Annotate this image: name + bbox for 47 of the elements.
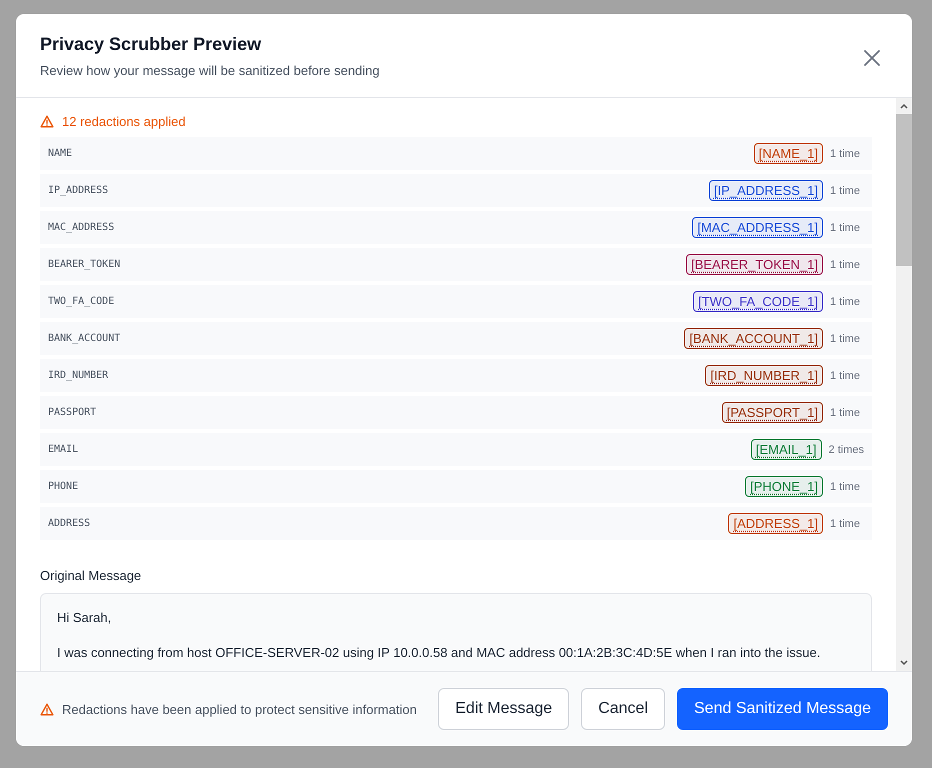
redaction-count: 1 time	[830, 258, 861, 270]
redaction-type: TWO_FA_CODE	[48, 296, 114, 307]
redaction-type: PASSPORT	[48, 407, 96, 418]
redaction-count: 1 time	[830, 370, 861, 382]
action-button[interactable]: Edit Message	[438, 688, 570, 730]
warning-icon	[40, 702, 54, 716]
dialog-subtitle: Review how your message will be sanitized before sending	[40, 63, 380, 78]
redaction-type: ADDRESS	[48, 518, 90, 529]
redaction-count: 1 time	[830, 222, 861, 234]
redaction-type: MAC_ADDRESS	[48, 222, 114, 233]
redaction-count: 1 time	[830, 518, 861, 530]
redaction-count: 1 time	[830, 296, 861, 308]
close-button[interactable]	[862, 48, 882, 68]
action-button[interactable]: Cancel	[581, 688, 665, 730]
redaction-type: BANK_ACCOUNT	[48, 333, 120, 344]
redaction-type: IP_ADDRESS	[48, 185, 108, 196]
redaction-count: 1 time	[830, 148, 861, 160]
redaction-count: 1 time	[830, 406, 861, 418]
redaction-type: NAME	[48, 148, 72, 159]
redaction-count: 1 time	[830, 480, 861, 492]
dialog-title: Privacy Scrubber Preview	[40, 34, 262, 55]
redaction-token: [TWO_FA_CODE_1]	[693, 291, 823, 312]
redaction-count: 1 time	[830, 332, 861, 344]
redaction-type: PHONE	[48, 481, 78, 492]
warning-icon	[40, 115, 54, 128]
send-button[interactable]: Send Sanitized Message	[677, 688, 888, 730]
redaction-token: [NAME_1]	[754, 143, 823, 164]
message-line: I was connecting from host OFFICE-SERVER-02 using IP 10.0.0.58 and MAC address 00:1A:2B:3C:4D:5E when I ran into the issue.	[57, 645, 820, 660]
redaction-token: [PHONE_1]	[745, 476, 823, 497]
section-label: Original Message	[40, 568, 142, 583]
redaction-token: [ADDRESS_1]	[728, 513, 823, 534]
redaction-type: EMAIL	[48, 444, 78, 455]
redaction-token: [PASSPORT_1]	[722, 402, 823, 423]
redaction-token: [MAC_ADDRESS_1]	[692, 217, 823, 238]
redaction-type: BEARER_TOKEN	[48, 259, 120, 270]
redaction-token: [IP_ADDRESS_1]	[708, 180, 823, 201]
redaction-token: [BEARER_TOKEN_1]	[686, 254, 823, 275]
redaction-count: 1 time	[830, 184, 861, 196]
redaction-summary: 12 redactions applied	[62, 114, 186, 129]
footer-notice: Redactions have been applied to protect sensitive information	[62, 702, 417, 716]
redaction-token: [IRD_NUMBER_1]	[705, 365, 823, 386]
message-line: Hi Sarah,	[57, 610, 112, 625]
redaction-type: IRD_NUMBER	[48, 370, 108, 381]
redaction-token: [BANK_ACCOUNT_1]	[684, 328, 823, 349]
redaction-count: 2 times	[828, 444, 864, 456]
redaction-token: [EMAIL_1]	[750, 439, 822, 460]
scrollbar[interactable]	[896, 98, 912, 671]
